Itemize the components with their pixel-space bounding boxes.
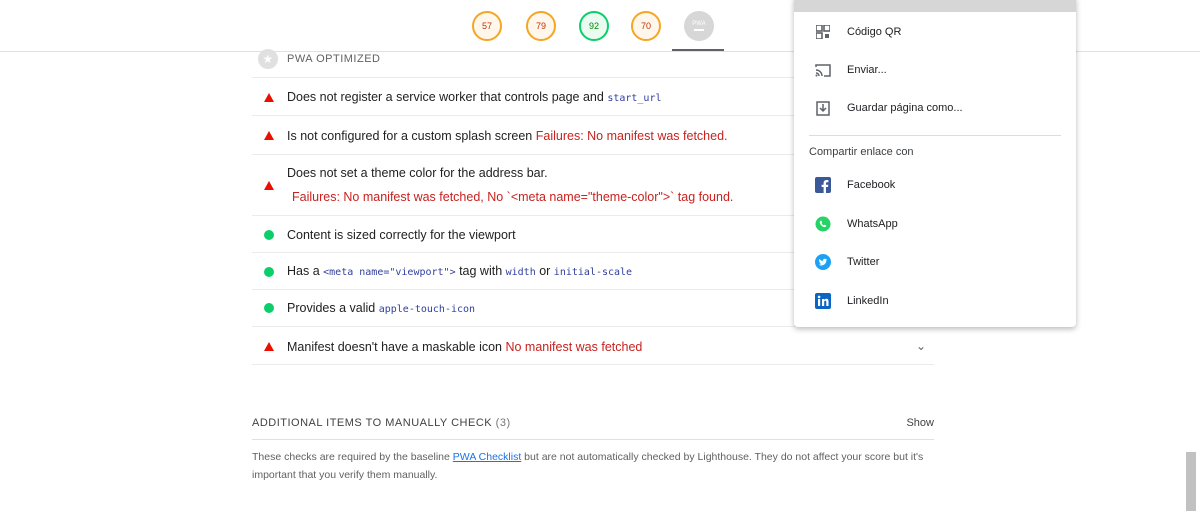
- share-link-subtitle: Compartir enlace con: [809, 146, 914, 158]
- pwa-checklist-link[interactable]: PWA Checklist: [453, 451, 521, 463]
- share-twitter[interactable]: Twitter: [794, 247, 1076, 277]
- fail-triangle-icon: [264, 131, 274, 140]
- manual-checks-header[interactable]: ADDITIONAL ITEMS TO MANUALLY CHECK (3) S…: [252, 413, 934, 440]
- pass-circle-icon: [264, 303, 274, 313]
- score-gauge-accessibility[interactable]: 79: [526, 11, 556, 41]
- share-menu: Código QR Enviar... Guardar página como.…: [794, 0, 1076, 327]
- qr-code-icon: [815, 24, 831, 40]
- whatsapp-icon: [815, 216, 831, 232]
- audit-maskable-icon[interactable]: Manifest doesn't have a maskable icon No…: [252, 326, 934, 365]
- menu-hover-item[interactable]: [794, 0, 1076, 12]
- score-gauge-performance[interactable]: 57: [472, 11, 502, 41]
- menu-item-cast[interactable]: Enviar...: [794, 55, 1076, 85]
- pass-circle-icon: [264, 267, 274, 277]
- pwa-optimized-header: ★ PWA OPTIMIZED: [258, 48, 381, 70]
- facebook-icon: [815, 177, 831, 193]
- cast-icon: [815, 62, 831, 78]
- share-linkedin[interactable]: LinkedIn: [794, 286, 1076, 316]
- chevron-down-icon[interactable]: ⌄: [916, 339, 926, 353]
- share-facebook[interactable]: Facebook: [794, 170, 1076, 200]
- scrollbar-thumb[interactable]: [1186, 452, 1196, 511]
- score-gauge-seo[interactable]: 70: [631, 11, 661, 41]
- share-whatsapp[interactable]: WhatsApp: [794, 209, 1076, 239]
- save-page-icon: [815, 100, 831, 116]
- pwa-dash-icon: [694, 29, 704, 31]
- star-icon: ★: [258, 49, 278, 69]
- fail-triangle-icon: [264, 181, 274, 190]
- fail-triangle-icon: [264, 93, 274, 102]
- menu-item-qr-code[interactable]: Código QR: [794, 17, 1076, 47]
- score-gauge-pwa[interactable]: PWA: [684, 11, 714, 41]
- pwa-active-indicator: [672, 49, 724, 51]
- pass-circle-icon: [264, 230, 274, 240]
- twitter-icon: [815, 254, 831, 270]
- score-gauge-best-practices[interactable]: 92: [579, 11, 609, 41]
- show-manual-checks-button[interactable]: Show: [906, 417, 934, 429]
- menu-item-save-page[interactable]: Guardar página como...: [794, 93, 1076, 123]
- fail-triangle-icon: [264, 342, 274, 351]
- menu-separator: [809, 135, 1061, 136]
- manual-checks-description: These checks are required by the baselin…: [252, 451, 924, 481]
- linkedin-icon: [815, 293, 831, 309]
